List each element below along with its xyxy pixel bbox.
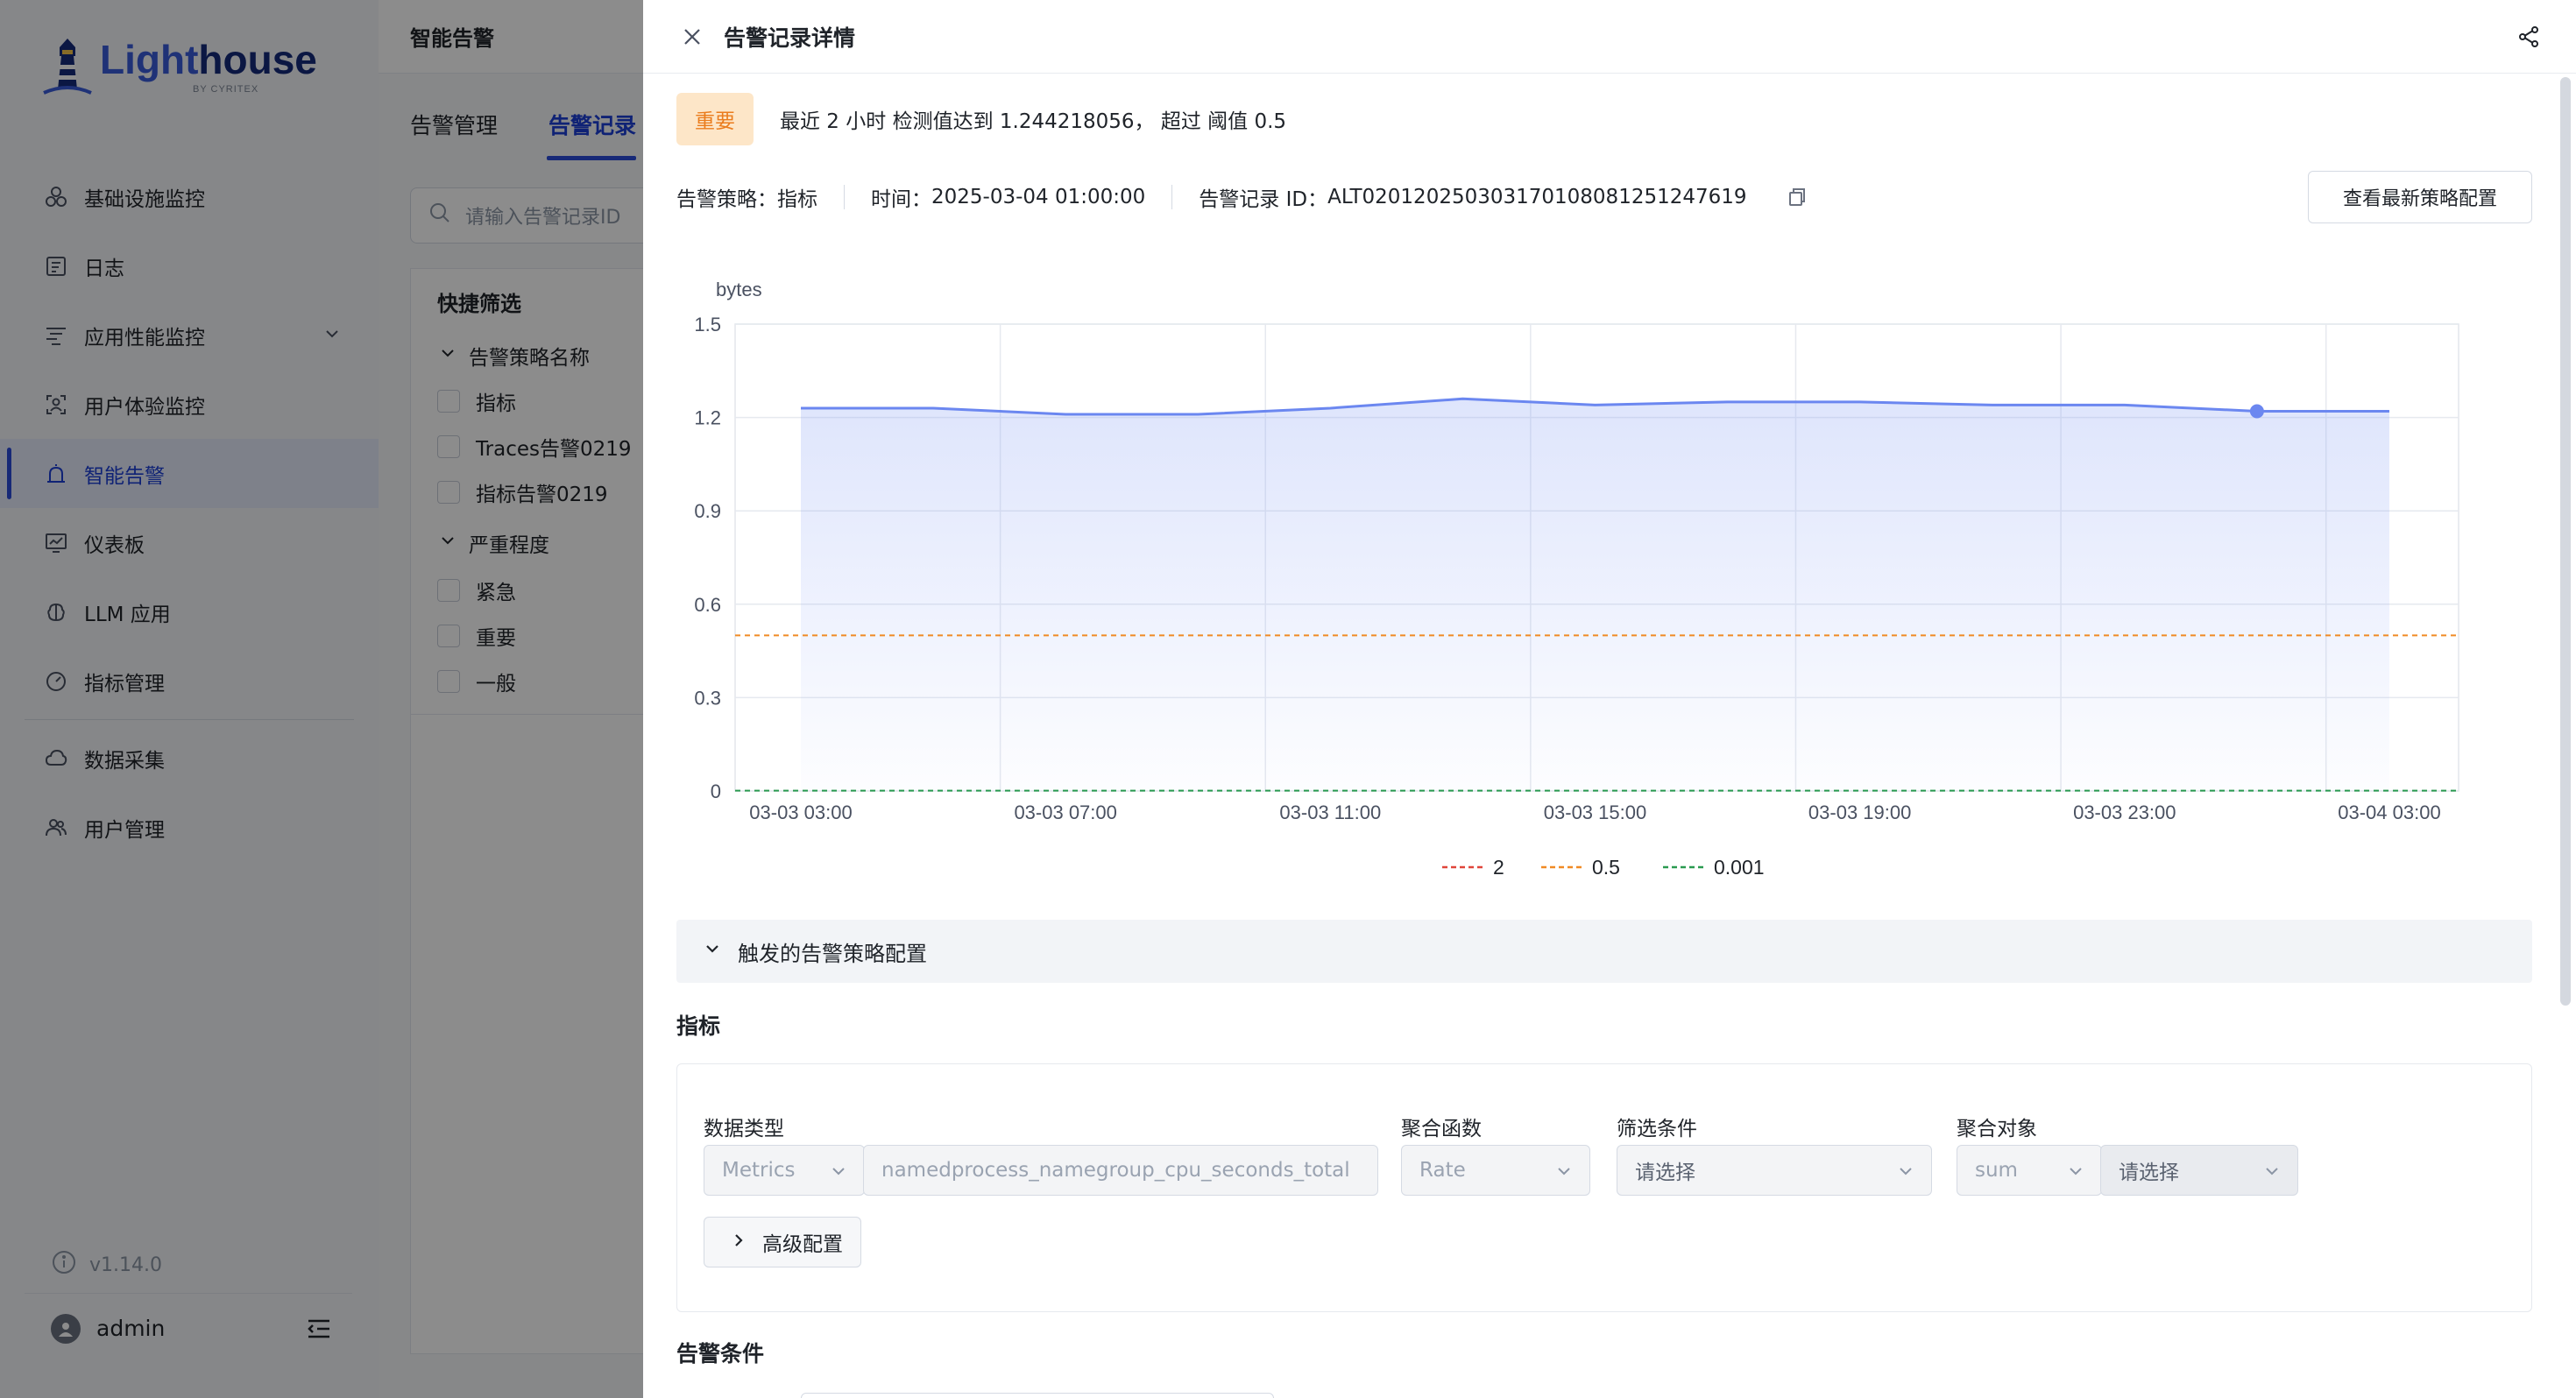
y-tick-label: 1.2 — [694, 407, 721, 429]
close-icon[interactable] — [678, 23, 706, 51]
agg-target-func-select[interactable]: sum — [1957, 1145, 2102, 1196]
metric-name-input[interactable]: namedprocess_namegroup_cpu_seconds_total — [863, 1145, 1378, 1196]
y-tick-label: 0.9 — [694, 500, 721, 522]
share-icon[interactable] — [2515, 23, 2543, 51]
x-tick-label: 03-03 07:00 — [1014, 801, 1116, 823]
series-area — [801, 399, 2389, 791]
data-type-select[interactable]: Metrics — [704, 1145, 865, 1196]
severity-badge: 重要 — [676, 93, 754, 145]
x-tick-label: 03-03 23:00 — [2073, 801, 2176, 823]
filter-condition-label: 筛选条件 — [1617, 1118, 1697, 1140]
chevron-right-icon — [731, 1231, 747, 1253]
divider — [1171, 185, 1173, 209]
x-tick-label: 03-03 15:00 — [1544, 801, 1646, 823]
x-tick-label: 03-03 11:00 — [1279, 801, 1381, 823]
alert-summary: 重要 最近 2 小时 检测值达到 1.244218056， 超过 阈值 0.5 — [676, 93, 1286, 145]
chevron-down-icon — [829, 1161, 848, 1186]
agg-target-select[interactable]: 请选择 — [2100, 1145, 2298, 1196]
agg-func-select[interactable]: Rate — [1401, 1145, 1590, 1196]
policy-info: 告警策略： 指标 — [676, 188, 817, 211]
chevron-down-icon — [1896, 1161, 1915, 1186]
data-type-label: 数据类型 — [704, 1118, 784, 1140]
x-tick-label: 03-03 19:00 — [1808, 801, 1911, 823]
alert-meta: 告警策略： 指标 时间： 2025-03-04 01:00:00 告警记录 ID： A… — [676, 182, 1808, 212]
drawer-header: 告警记录详情 — [643, 0, 2576, 74]
condition-section-title: 告警条件 — [676, 1341, 765, 1366]
metric-section-title: 指标 — [676, 1013, 721, 1039]
chevron-down-icon — [703, 939, 722, 964]
drawer-title: 告警记录详情 — [724, 25, 856, 51]
highlight-point — [2249, 404, 2264, 419]
filter-condition-select[interactable]: 请选择 — [1617, 1145, 1932, 1196]
metric-config-card: 数据类型 Metrics namedprocess_namegroup_cpu_… — [676, 1063, 2532, 1312]
view-latest-config-button[interactable]: 查看最新策略配置 — [2308, 171, 2532, 223]
y-tick-label: 1.5 — [694, 314, 721, 335]
condition-input[interactable] — [801, 1393, 1274, 1398]
agg-func-label: 聚合函数 — [1401, 1118, 1482, 1140]
legend-label: 2 — [1493, 856, 1504, 879]
divider — [844, 185, 845, 209]
agg-target-label: 聚合对象 — [1957, 1118, 2037, 1140]
legend-label: 0.5 — [1592, 856, 1620, 879]
advanced-config-button[interactable]: 高级配置 — [704, 1217, 861, 1267]
x-tick-label: 03-04 03:00 — [2338, 801, 2440, 823]
y-tick-label: 0.3 — [694, 687, 721, 709]
time-info: 时间： 2025-03-04 01:00:00 — [871, 186, 1146, 211]
x-tick-label: 03-03 03:00 — [749, 801, 852, 823]
section-title: 触发的告警策略配置 — [738, 941, 927, 966]
chevron-down-icon — [2262, 1161, 2282, 1186]
alert-trend-chart: 0 0.3 0.6 0.9 1.2 1.5 03-03 03:00 03-03 07:00 03… — [694, 279, 2459, 879]
chevron-down-icon — [1554, 1161, 1574, 1186]
alert-message: 最近 2 小时 检测值达到 1.244218056， 超过 阈值 0.5 — [780, 110, 1287, 133]
chevron-down-icon — [2066, 1161, 2085, 1186]
legend-label: 0.001 — [1714, 856, 1765, 879]
y-tick-label: 0 — [711, 780, 721, 802]
y-axis-label: bytes — [716, 279, 762, 300]
triggered-config-toggle[interactable]: 触发的告警策略配置 — [676, 920, 2532, 983]
record-id-info: 告警记录 ID： ALT02012025030317010808125124761… — [1199, 186, 1747, 211]
y-tick-label: 0.6 — [694, 594, 721, 616]
alert-detail-drawer: 告警记录详情 重要 最近 2 小时 检测值达到 1.244218056， 超过 … — [643, 0, 2576, 1398]
copy-icon[interactable] — [1786, 186, 1808, 208]
